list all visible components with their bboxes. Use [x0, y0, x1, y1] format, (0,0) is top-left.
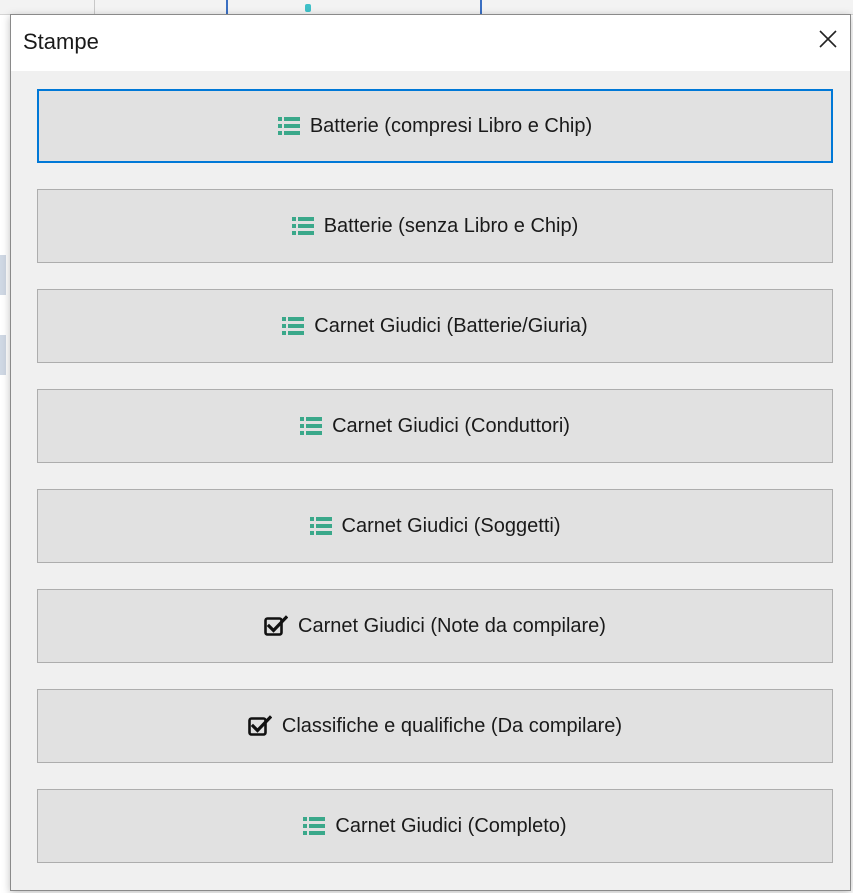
print-button-label: Batterie (compresi Libro e Chip)	[309, 114, 593, 137]
background-divider	[94, 0, 95, 14]
print-button-label: Carnet Giudici (Batterie/Giuria)	[314, 314, 588, 337]
print-button[interactable]: Carnet Giudici (Conduttori)	[37, 389, 833, 463]
dialog-title: Stampe	[23, 29, 99, 54]
print-button-label: Carnet Giudici (Completo)	[335, 814, 567, 837]
background-toolbar	[0, 0, 853, 15]
dialog-titlebar: Stampe	[11, 15, 850, 71]
checkbox-icon	[248, 715, 272, 737]
close-icon	[818, 29, 838, 49]
stampe-dialog: Stampe Batterie (compresi Libro e Chip) …	[10, 14, 851, 891]
list-icon	[277, 116, 300, 136]
background-panel-edge	[0, 255, 6, 295]
print-button-label: Carnet Giudici (Note da compilare)	[298, 614, 606, 637]
print-button[interactable]: Carnet Giudici (Soggetti)	[37, 489, 833, 563]
background-divider	[226, 0, 228, 14]
print-button-label: Batterie (senza Libro e Chip)	[323, 214, 579, 237]
background-marker	[305, 4, 311, 12]
list-icon	[282, 316, 305, 336]
list-icon	[303, 816, 326, 836]
list-icon	[291, 216, 314, 236]
list-icon	[309, 516, 332, 536]
print-button[interactable]: Carnet Giudici (Note da compilare)	[37, 589, 833, 663]
print-button[interactable]: Carnet Giudici (Completo)	[37, 789, 833, 863]
print-options-list: Batterie (compresi Libro e Chip) Batteri…	[37, 89, 833, 889]
background-divider	[480, 0, 482, 14]
print-button-label: Carnet Giudici (Conduttori)	[332, 414, 570, 437]
print-button[interactable]: Carnet Giudici (Batterie/Giuria)	[37, 289, 833, 363]
checkbox-icon	[264, 615, 289, 637]
background-panel-edge	[0, 335, 6, 375]
close-button[interactable]	[810, 21, 846, 57]
list-icon	[300, 416, 323, 436]
print-button[interactable]: Batterie (compresi Libro e Chip)	[37, 89, 833, 163]
print-button[interactable]: Batterie (senza Libro e Chip)	[37, 189, 833, 263]
print-button-label: Carnet Giudici (Soggetti)	[341, 514, 561, 537]
print-button[interactable]: Classifiche e qualifiche (Da compilare)	[37, 689, 833, 763]
print-button-label: Classifiche e qualifiche (Da compilare)	[281, 714, 623, 737]
